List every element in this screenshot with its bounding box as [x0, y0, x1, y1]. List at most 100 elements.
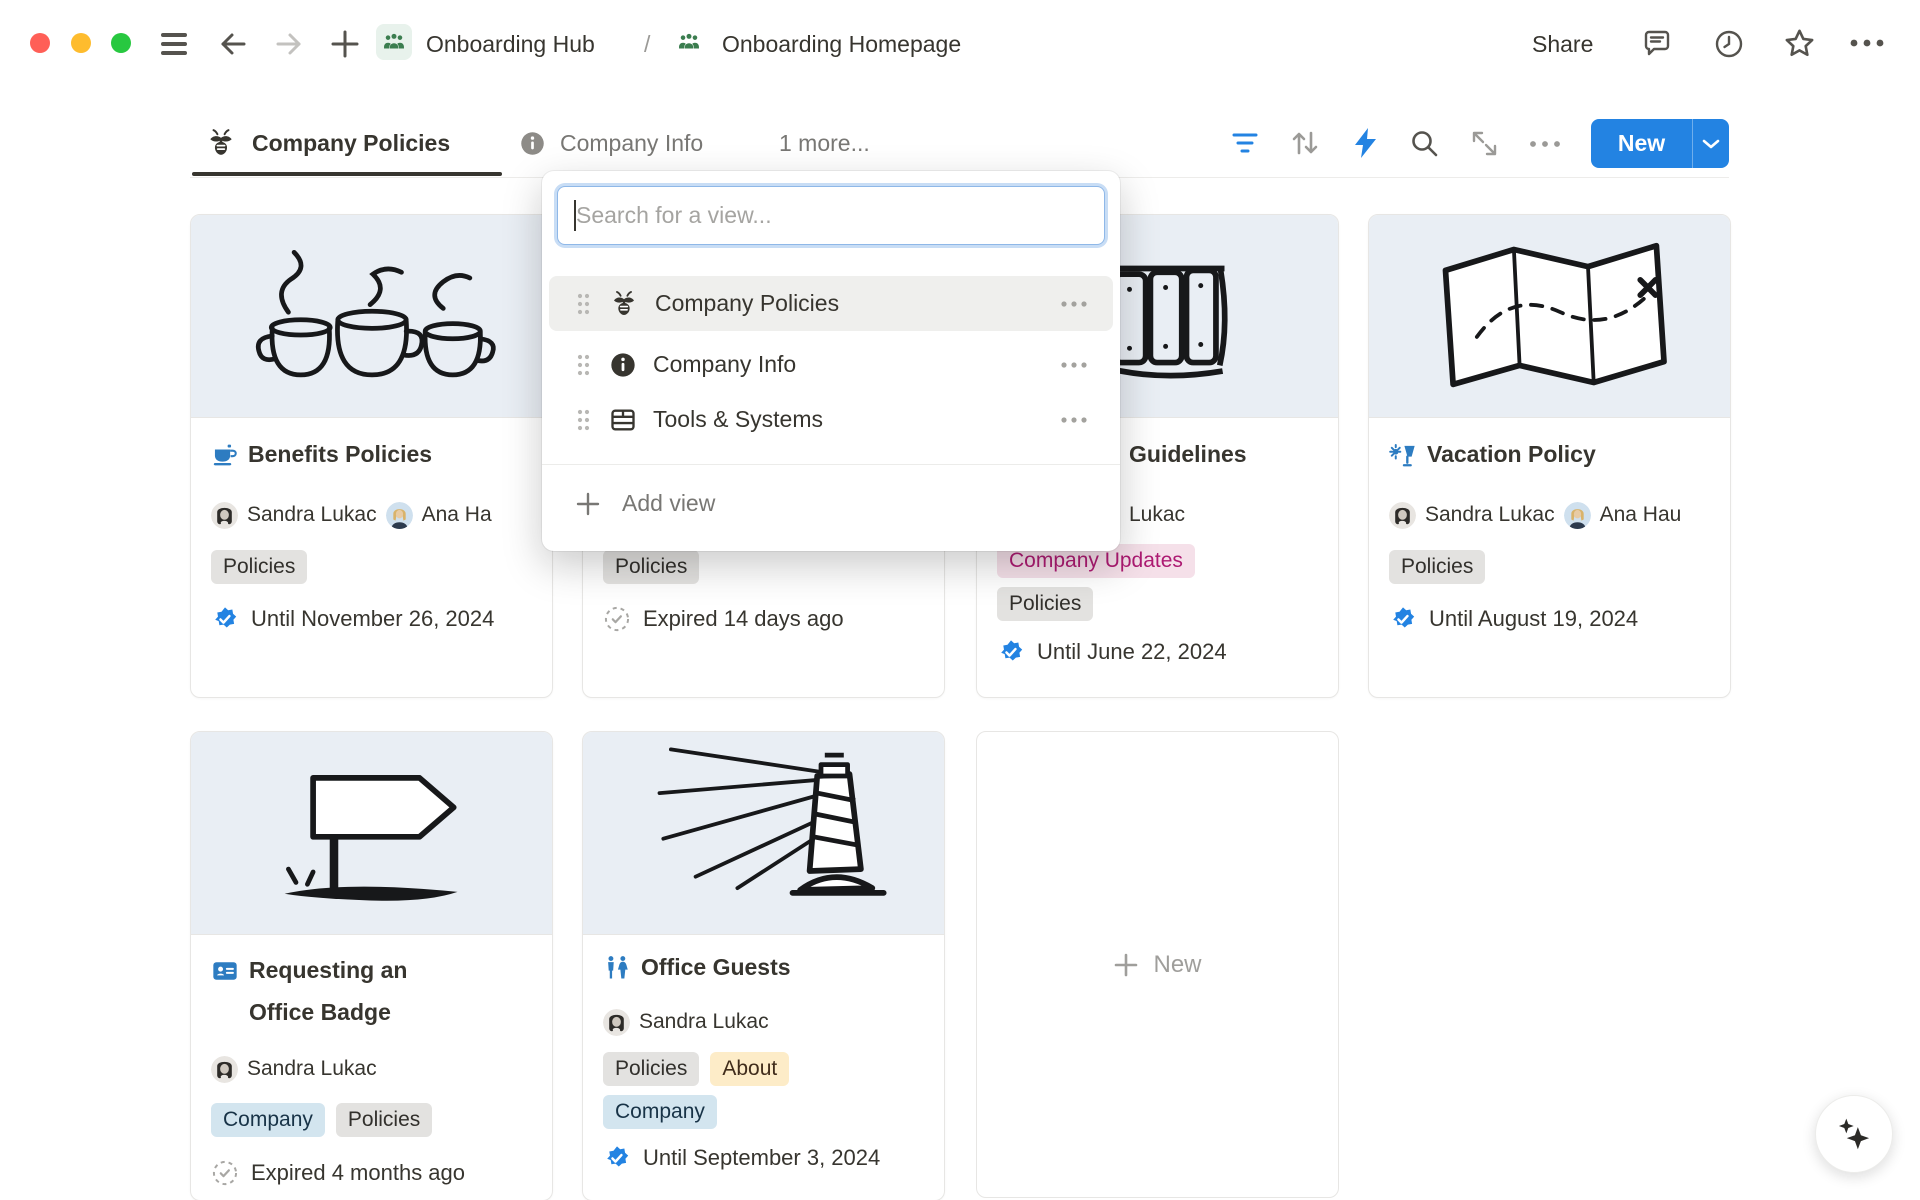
tag-policies: Policies — [603, 1052, 699, 1086]
plus-icon — [575, 491, 601, 517]
breadcrumb-page[interactable]: Onboarding Homepage — [722, 30, 961, 58]
tags-row: Company — [603, 1095, 924, 1129]
date-text: Expired 4 months ago — [251, 1160, 465, 1186]
onboarding-hub-page-icon[interactable] — [376, 24, 412, 60]
comments-icon[interactable] — [1641, 28, 1673, 60]
expired-check-icon — [603, 605, 631, 633]
card-benefits-policies[interactable]: Benefits Policies Sandra Lukac Ana Ha Po… — [190, 214, 553, 698]
date-row: Expired 14 days ago — [603, 604, 924, 634]
tags-row: Company Policies — [211, 1103, 532, 1137]
card-cover-lighthouse — [583, 732, 944, 935]
new-button-chevron-icon[interactable] — [1693, 138, 1729, 150]
view-search-input[interactable] — [557, 186, 1105, 245]
sort-icon[interactable] — [1290, 128, 1320, 158]
tag-company: Company — [211, 1103, 325, 1137]
avatar-sandra-lukac — [211, 1056, 238, 1083]
forward-arrow-icon[interactable] — [274, 30, 304, 58]
tags-row: Policies — [603, 550, 924, 584]
date-row: Until August 19, 2024 — [1389, 604, 1710, 634]
card-vacation-policy[interactable]: Vacation Policy Sandra Lukac Ana Hau Pol… — [1368, 214, 1731, 698]
view-options-icon[interactable] — [1528, 138, 1562, 150]
add-view-label[interactable]: Add view — [622, 490, 715, 517]
notion-window: Onboarding Hub / Onboarding Homepage Sha… — [0, 0, 1920, 1200]
tag-policies: Policies — [1389, 550, 1485, 584]
card-cover-signpost — [191, 732, 552, 935]
verified-badge-icon — [211, 605, 239, 633]
coffee-cup-icon — [211, 441, 238, 468]
person-name: Sandra Lukac — [639, 1010, 769, 1034]
drag-handle-icon[interactable] — [576, 353, 591, 377]
avatar-ana — [386, 502, 413, 529]
automation-bolt-icon[interactable] — [1352, 127, 1378, 159]
more-options-icon[interactable] — [1848, 36, 1886, 50]
zoom-window-button[interactable] — [111, 33, 131, 53]
date-text: Until August 19, 2024 — [1429, 606, 1638, 632]
tag-policies: Policies — [211, 550, 307, 584]
card-title: Requesting an Office Badge — [249, 949, 459, 1033]
card-cover-map — [1369, 215, 1730, 418]
new-button[interactable]: New — [1591, 119, 1729, 168]
tag-policies: Policies — [603, 550, 699, 584]
tag-policies: Policies — [997, 587, 1093, 621]
tab-more[interactable]: 1 more... — [779, 128, 870, 158]
add-view-button[interactable]: Add view — [542, 464, 1120, 542]
minimize-window-button[interactable] — [71, 33, 91, 53]
close-window-button[interactable] — [30, 33, 50, 53]
card-title: Office Guests — [641, 949, 791, 985]
filter-icon[interactable] — [1231, 130, 1259, 156]
date-text: Expired 14 days ago — [643, 606, 844, 632]
card-title: Guidelines — [1129, 436, 1247, 472]
breadcrumb-hub[interactable]: Onboarding Hub — [426, 30, 595, 58]
back-arrow-icon[interactable] — [218, 30, 248, 58]
onboarding-homepage-page-icon[interactable] — [671, 24, 707, 60]
view-item-company-info[interactable]: Company Info — [549, 337, 1113, 392]
view-item-label[interactable]: Company Info — [653, 351, 1060, 378]
text-cursor — [574, 200, 576, 231]
tab-company-info[interactable]: Company Info — [560, 128, 703, 158]
search-icon[interactable] — [1410, 129, 1439, 158]
view-item-label[interactable]: Tools & Systems — [653, 406, 1060, 433]
new-button-label[interactable]: New — [1591, 130, 1692, 157]
new-page-plus-icon[interactable] — [330, 29, 360, 59]
view-item-company-policies[interactable]: Company Policies — [549, 276, 1113, 331]
view-item-options-icon[interactable] — [1060, 360, 1088, 370]
drag-handle-icon[interactable] — [576, 292, 591, 316]
card-office-guests[interactable]: Office Guests Sandra Lukac Policies Abou… — [582, 731, 945, 1200]
vacation-icon — [1389, 441, 1417, 469]
card-office-badge[interactable]: Requesting an Office Badge Sandra Lukac … — [190, 731, 553, 1200]
person-name: Ana Hau — [1600, 503, 1682, 527]
date-row: Until November 26, 2024 — [211, 604, 532, 634]
date-row: Until September 3, 2024 — [603, 1143, 924, 1173]
bee-icon — [205, 127, 237, 159]
person-name: Sandra Lukac — [1425, 503, 1555, 527]
card-title: Benefits Policies — [248, 436, 432, 472]
tab-company-policies[interactable]: Company Policies — [252, 128, 450, 158]
person-name: Sandra Lukac — [247, 503, 377, 527]
tag-company: Company — [603, 1095, 717, 1129]
history-clock-icon[interactable] — [1713, 28, 1745, 60]
tags-row: Policies — [997, 587, 1318, 621]
sidebar-menu-icon[interactable] — [159, 31, 189, 57]
new-card-button[interactable]: New — [976, 731, 1339, 1198]
plus-icon — [1113, 952, 1139, 978]
sparkles-icon — [1834, 1115, 1874, 1153]
share-button[interactable]: Share — [1532, 30, 1593, 58]
avatar-sandra-lukac — [211, 502, 238, 529]
date-text: Until November 26, 2024 — [251, 606, 494, 632]
office-guests-people-icon — [603, 954, 631, 982]
view-item-tools-systems[interactable]: Tools & Systems — [549, 392, 1113, 447]
view-item-options-icon[interactable] — [1060, 299, 1088, 309]
tag-policies: Policies — [336, 1103, 432, 1137]
view-switcher-dropdown: Company Policies Company Info — [542, 171, 1120, 551]
tags-row: Policies — [1389, 550, 1710, 584]
bee-icon — [609, 289, 639, 319]
expand-view-icon[interactable] — [1470, 129, 1499, 158]
drag-handle-icon[interactable] — [576, 408, 591, 432]
notion-ai-button[interactable] — [1815, 1095, 1893, 1173]
view-item-label[interactable]: Company Policies — [655, 290, 1060, 317]
new-card-label: New — [1153, 951, 1201, 979]
view-item-options-icon[interactable] — [1060, 415, 1088, 425]
avatar-ana — [1564, 502, 1591, 529]
verified-badge-icon — [603, 1144, 631, 1172]
favorite-star-icon[interactable] — [1783, 27, 1816, 60]
